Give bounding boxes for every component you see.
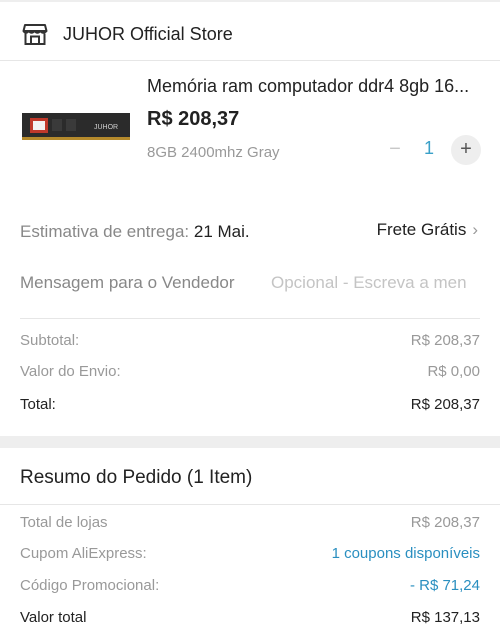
quantity-increase-button[interactable]: + [451, 135, 481, 165]
quantity-value[interactable]: 1 [414, 138, 444, 159]
subtotal-label: Subtotal: [20, 332, 80, 349]
grand-total-label: Valor total [20, 609, 87, 626]
stores-total-label: Total de lojas [20, 514, 108, 531]
store-icon [22, 24, 48, 45]
shipping-option-link[interactable]: Frete Grátis › [377, 220, 478, 240]
seller-message-input[interactable] [271, 269, 481, 297]
delivery-date: 21 Mai. [193, 222, 250, 241]
delivery-estimate: Estimativa de entrega: 21 Mai. [20, 222, 250, 242]
stores-total-value: R$ 208,37 [410, 514, 480, 531]
product-image[interactable]: JUHOR [22, 110, 130, 144]
order-summary-card: Resumo do Pedido (1 Item) Total de lojas… [0, 448, 500, 640]
store-name[interactable]: JUHOR Official Store [63, 24, 233, 45]
chevron-right-icon: › [472, 220, 478, 239]
shipping-option-label: Frete Grátis [376, 220, 467, 239]
divider [0, 504, 500, 505]
delivery-label: Estimativa de entrega: [20, 222, 194, 241]
cart-store-card: JUHOR Official Store JUHOR Memória ram c… [0, 2, 500, 436]
coupon-link[interactable]: 1 coupons disponíveis [332, 545, 480, 562]
grand-total-value: R$ 137,13 [410, 609, 480, 626]
module-brand-label: JUHOR [94, 124, 118, 131]
shipping-cost-value: R$ 0,00 [427, 363, 480, 380]
promo-code-label: Código Promocional: [20, 577, 160, 594]
total-value: R$ 208,37 [410, 396, 480, 413]
divider [20, 318, 480, 319]
product-price: R$ 208,37 [147, 108, 240, 130]
promo-code-value[interactable]: - R$ 71,24 [410, 577, 480, 594]
divider [0, 60, 500, 61]
total-label: Total: [20, 396, 56, 413]
order-summary-title: Resumo do Pedido (1 Item) [20, 467, 253, 488]
seller-message-label: Mensagem para o Vendedor [20, 273, 235, 292]
coupon-label: Cupom AliExpress: [20, 545, 147, 562]
subtotal-value: R$ 208,37 [410, 332, 480, 349]
quantity-decrease-button[interactable]: − [381, 136, 409, 164]
product-title[interactable]: Memória ram computador ddr4 8gb 16... [147, 76, 487, 97]
product-variant[interactable]: 8GB 2400mhz Gray [147, 144, 280, 161]
shipping-cost-label: Valor do Envio: [20, 363, 121, 380]
